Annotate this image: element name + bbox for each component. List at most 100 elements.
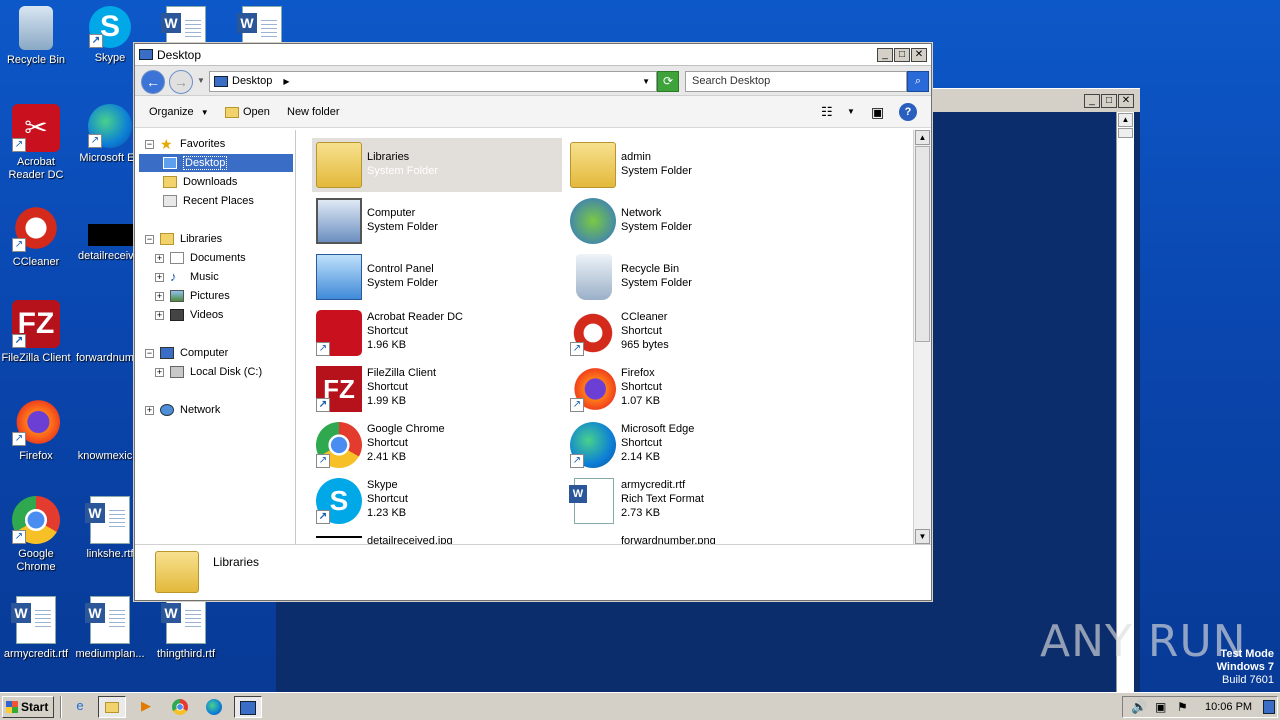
file-item-admin[interactable]: admin System Folder xyxy=(566,138,816,192)
open-button[interactable]: Open xyxy=(225,96,270,128)
file-item-computer[interactable]: Computer System Folder xyxy=(312,194,562,248)
desktop-icon-acrobat[interactable]: ✂ ↗ Acrobat Reader DC xyxy=(0,104,72,182)
desktop-icon-thingthird[interactable]: thingthird.rtf xyxy=(150,596,222,661)
navigation-pane[interactable]: − ★ Favorites Desktop Downloads Recent Pla… xyxy=(135,130,296,544)
file-item-control-panel[interactable]: Control Panel System Folder xyxy=(312,250,562,304)
network-icon[interactable]: ▣ xyxy=(1155,697,1166,717)
task-window-icon[interactable] xyxy=(234,696,262,718)
file-item-recycle-bin[interactable]: Recycle Bin System Folder xyxy=(566,250,816,304)
file-item-armycredit[interactable]: W armycredit.rtf Rich Text Format 2.73 K… xyxy=(566,474,816,528)
expand-icon[interactable]: + xyxy=(155,253,164,263)
desktop-icon-forwardnumber[interactable]: forwardnum xyxy=(74,352,136,365)
file-item-libraries[interactable]: Libraries System Folder xyxy=(312,138,562,192)
preview-pane-icon[interactable]: ▣ xyxy=(871,96,884,128)
tree-libraries[interactable]: − Libraries xyxy=(145,230,222,248)
file-item-firefox[interactable]: ↗ Firefox Shortcut 1.07 KB xyxy=(566,362,816,416)
view-options-icon[interactable]: ☷ xyxy=(821,96,833,128)
ccleaner-icon: ↗ xyxy=(570,310,616,356)
file-item-filezilla[interactable]: FZ ↗ FileZilla Client Shortcut 1.99 KB xyxy=(312,362,562,416)
desktop-icon-filezilla[interactable]: FZ ↗ FileZilla Client xyxy=(0,300,72,365)
ie-icon[interactable]: e xyxy=(66,696,94,718)
new-folder-button[interactable]: New folder xyxy=(287,96,340,128)
background-window-scrollbar[interactable]: ▲ xyxy=(1116,112,1134,692)
file-list[interactable]: Libraries System Folder admin System Fol… xyxy=(297,130,913,544)
desktop-icon-recycle-bin[interactable]: Recycle Bin xyxy=(0,6,72,67)
desktop-icon-chrome[interactable]: ↗ Google Chrome xyxy=(0,496,72,574)
desktop-icon-ccleaner[interactable]: ↗ CCleaner xyxy=(0,204,72,269)
file-item-edge[interactable]: ↗ Microsoft Edge Shortcut 2.14 KB xyxy=(566,418,816,472)
clock[interactable]: 10:06 PM xyxy=(1205,697,1252,717)
chevron-down-icon[interactable]: ▼ xyxy=(847,96,855,128)
file-item-acrobat[interactable]: ↗ Acrobat Reader DC Shortcut 1.96 KB xyxy=(312,306,562,360)
volume-icon[interactable]: 🔊 xyxy=(1131,697,1147,717)
minimize-icon[interactable]: _ xyxy=(1084,94,1100,108)
expand-icon[interactable]: + xyxy=(155,291,164,301)
tree-downloads[interactable]: Downloads xyxy=(163,173,237,191)
file-item-ccleaner[interactable]: ↗ CCleaner Shortcut 965 bytes xyxy=(566,306,816,360)
filezilla-icon: FZ ↗ xyxy=(316,366,362,412)
desktop-icon-word-doc[interactable] xyxy=(226,6,298,54)
desktop-icon-word-doc[interactable] xyxy=(150,6,222,54)
tree-computer[interactable]: − Computer xyxy=(145,344,228,362)
tree-recent-places[interactable]: Recent Places xyxy=(163,192,254,210)
vertical-scrollbar[interactable]: ▲ ▼ xyxy=(913,130,931,544)
desktop-icon-firefox[interactable]: ↗ Firefox xyxy=(0,398,72,463)
tree-network[interactable]: + Network xyxy=(145,401,220,419)
start-button[interactable]: Start xyxy=(2,696,54,718)
help-icon[interactable]: ? xyxy=(899,103,917,121)
tree-documents[interactable]: + Documents xyxy=(155,249,246,267)
desktop-icon-mediumplan[interactable]: mediumplan... xyxy=(74,596,146,661)
image-thumbnail-icon xyxy=(316,536,362,538)
minimize-icon[interactable]: _ xyxy=(877,48,893,62)
desktop-icon-armycredit[interactable]: armycredit.rtf xyxy=(0,596,72,661)
network-icon xyxy=(570,198,616,244)
file-item-forwardnumber[interactable]: forwardnumber.png xyxy=(566,530,816,544)
downloads-folder-icon xyxy=(163,176,177,189)
maximize-icon[interactable]: □ xyxy=(894,48,910,62)
edge-icon[interactable] xyxy=(200,696,228,718)
tree-music[interactable]: + ♪ Music xyxy=(155,268,219,286)
collapse-icon[interactable]: − xyxy=(145,234,154,244)
file-item-skype[interactable]: S ↗ Skype Shortcut 1.23 KB xyxy=(312,474,562,528)
media-player-icon[interactable]: ▶ xyxy=(132,696,160,718)
tree-videos[interactable]: + Videos xyxy=(155,306,223,324)
expand-icon[interactable]: + xyxy=(145,405,154,415)
tree-pictures[interactable]: + Pictures xyxy=(155,287,230,305)
explorer-window[interactable]: Desktop _ □ ✕ ← → ▼ Desktop ▶ ▼ ⟳ Search… xyxy=(134,43,932,601)
chevron-down-icon[interactable]: ▶ xyxy=(283,77,289,86)
file-item-detailreceived[interactable]: detailreceived.jpg xyxy=(312,530,562,544)
desktop-icon-knowmexic[interactable]: knowmexic xyxy=(74,450,136,463)
organize-button[interactable]: Organize ▼ xyxy=(149,96,209,128)
collapse-icon[interactable]: − xyxy=(145,348,154,358)
refresh-button[interactable]: ⟳ xyxy=(657,71,679,92)
close-icon[interactable]: ✕ xyxy=(911,48,927,62)
expand-icon[interactable]: + xyxy=(155,310,164,320)
tree-favorites[interactable]: − ★ Favorites xyxy=(145,135,225,153)
scroll-up-icon[interactable]: ▲ xyxy=(915,130,930,145)
file-item-network[interactable]: Network System Folder xyxy=(566,194,816,248)
flag-icon[interactable]: ⚑ xyxy=(1177,697,1188,717)
address-field[interactable]: Desktop ▶ ▼ xyxy=(209,71,657,92)
close-icon[interactable]: ✕ xyxy=(1118,94,1134,108)
show-desktop-button[interactable] xyxy=(1263,700,1275,714)
search-icon[interactable]: ⌕ xyxy=(907,71,929,92)
search-input[interactable]: Search Desktop xyxy=(685,71,907,92)
desktop-icon-label: thingthird.rtf xyxy=(156,648,216,660)
tree-local-disk[interactable]: + Local Disk (C:) xyxy=(155,363,262,381)
scrollbar-thumb[interactable] xyxy=(915,146,930,342)
scroll-down-icon[interactable]: ▼ xyxy=(915,529,930,544)
chevron-down-icon[interactable]: ▼ xyxy=(197,76,205,85)
forward-button[interactable]: → xyxy=(169,70,193,94)
tree-desktop[interactable]: Desktop xyxy=(139,154,293,172)
explorer-taskbar-icon[interactable] xyxy=(98,696,126,718)
file-item-chrome[interactable]: ↗ Google Chrome Shortcut 2.41 KB xyxy=(312,418,562,472)
back-button[interactable]: ← xyxy=(141,70,165,94)
expand-icon[interactable]: + xyxy=(155,272,164,282)
collapse-icon[interactable]: − xyxy=(145,139,154,149)
file-name: armycredit.rtf xyxy=(621,479,686,491)
maximize-icon[interactable]: □ xyxy=(1101,94,1117,108)
chevron-down-icon[interactable]: ▼ xyxy=(642,72,650,91)
chrome-icon[interactable] xyxy=(166,696,194,718)
expand-icon[interactable]: + xyxy=(155,367,164,377)
explorer-titlebar[interactable]: Desktop _ □ ✕ xyxy=(135,44,931,66)
